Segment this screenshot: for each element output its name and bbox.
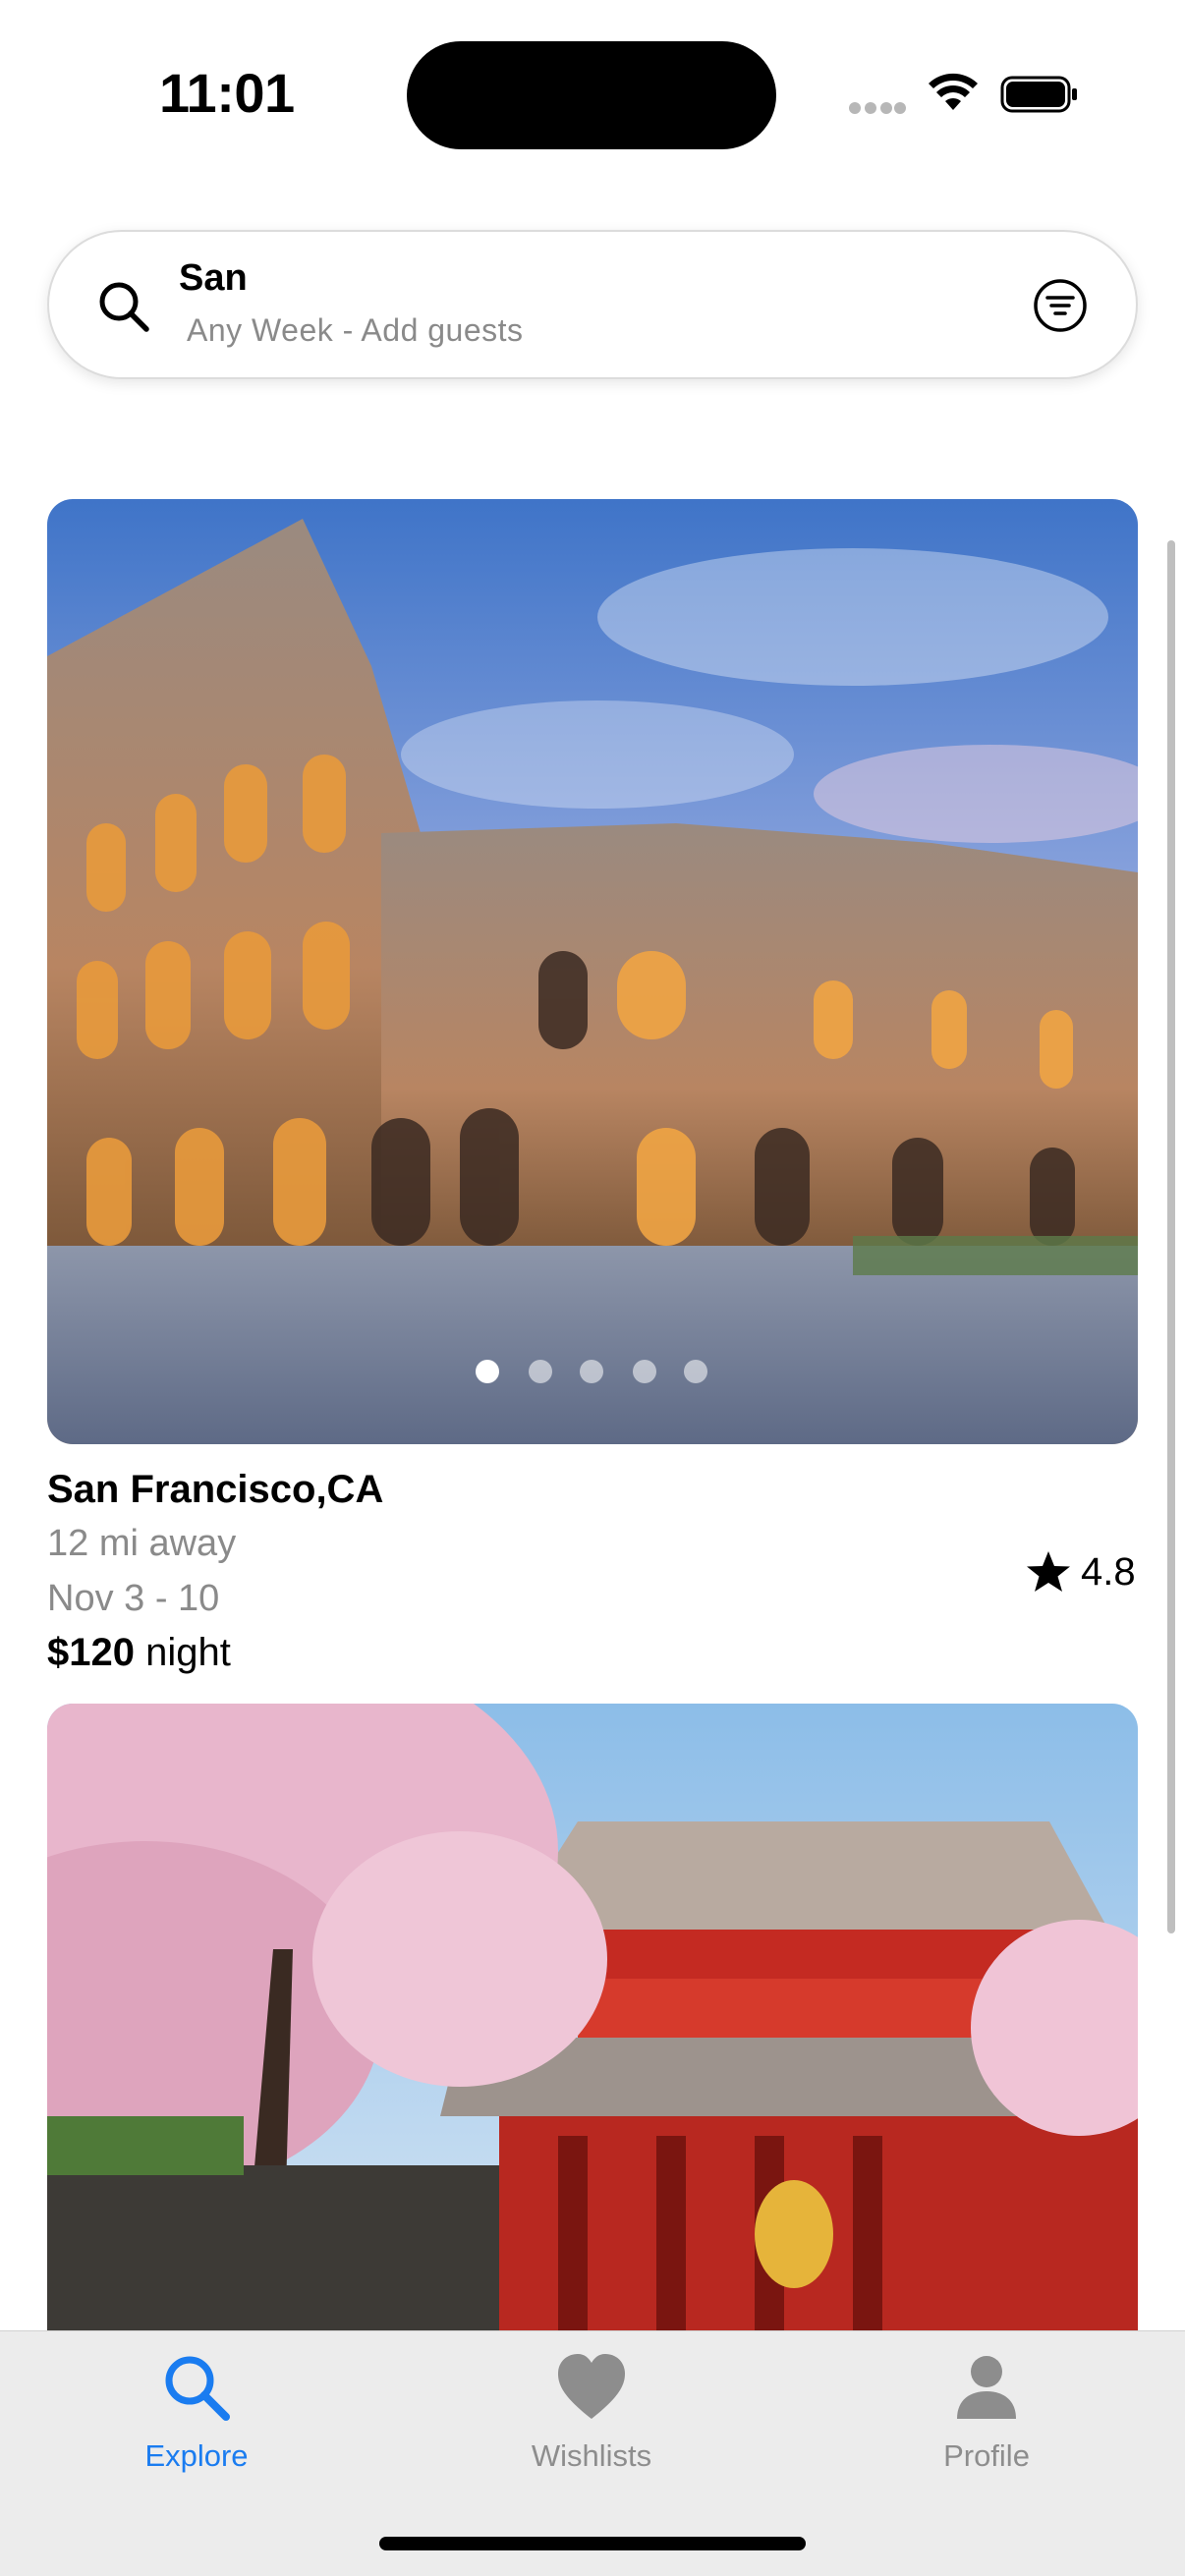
heart-icon [558, 2354, 625, 2419]
listing-distance: 12 mi away [47, 1523, 237, 1564]
photo-page-indicator[interactable] [476, 1358, 711, 1385]
tab-label: Explore [144, 2438, 249, 2473]
filter-icon[interactable] [1032, 277, 1089, 334]
wifi-icon [929, 73, 978, 110]
tab-wishlists[interactable]: Wishlists [474, 2350, 709, 2474]
rating-value: 4.8 [1081, 1549, 1136, 1594]
scroll-indicator[interactable] [1167, 540, 1175, 1933]
page-dot[interactable] [476, 1360, 499, 1383]
page-dot[interactable] [684, 1360, 707, 1383]
battery-icon [1000, 76, 1077, 113]
search-icon [165, 2356, 230, 2421]
tab-explore[interactable]: Explore [79, 2350, 314, 2474]
tab-label: Wishlists [531, 2438, 652, 2473]
listing-rating: 4.8 [1026, 1544, 1136, 1599]
listing-photo[interactable] [47, 1704, 1138, 2342]
status-time: 11:01 [159, 62, 295, 124]
page-dot[interactable] [580, 1360, 603, 1383]
dynamic-island [407, 41, 776, 149]
listing-dates: Nov 3 - 10 [47, 1578, 220, 1619]
listing-photo[interactable] [47, 499, 1138, 1444]
listing-price: $120 night [47, 1631, 231, 1675]
colosseum-photo [47, 499, 1138, 1444]
cellular-signal-icon [849, 102, 906, 116]
search-destination[interactable]: San [179, 257, 248, 300]
pagoda-photo [47, 1704, 1138, 2342]
star-icon [1027, 1551, 1070, 1592]
tab-profile[interactable]: Profile [869, 2350, 1104, 2474]
page-dot[interactable] [633, 1360, 656, 1383]
search-icon [99, 282, 149, 332]
page-dot[interactable] [529, 1360, 552, 1383]
search-bar[interactable] [47, 230, 1138, 379]
home-indicator[interactable] [379, 2537, 806, 2550]
tab-label: Profile [943, 2438, 1030, 2473]
price-amount: $120 [47, 1631, 135, 1674]
search-subtitle: Any Week - Add guests [187, 312, 524, 348]
price-unit: night [145, 1631, 231, 1674]
person-icon [957, 2356, 1016, 2419]
listing-title[interactable]: San Francisco,CA [47, 1468, 383, 1512]
